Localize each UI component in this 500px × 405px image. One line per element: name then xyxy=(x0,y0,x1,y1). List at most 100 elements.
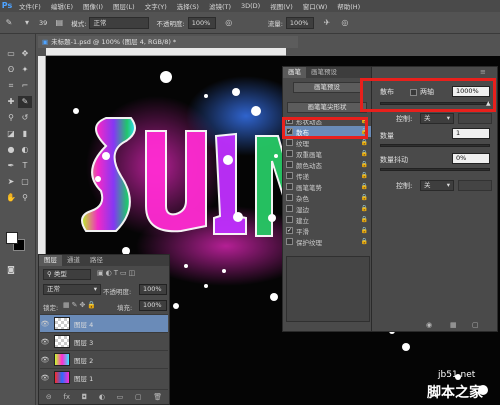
checkbox[interactable] xyxy=(286,238,293,245)
brush-setting-protect-texture[interactable]: 保护纹理 🔒 xyxy=(283,236,371,247)
gradient-icon[interactable]: ▮ xyxy=(18,128,32,140)
count-slider[interactable] xyxy=(380,144,490,147)
opacity-field[interactable]: 100% xyxy=(187,16,216,29)
lock-icon[interactable]: 🔒 xyxy=(361,238,368,245)
visibility-eye-icon[interactable]: 👁 xyxy=(40,374,50,382)
count-jitter-slider[interactable] xyxy=(380,168,490,171)
default-colors-icon[interactable] xyxy=(4,230,18,242)
shape-tool-icon[interactable]: ▢ xyxy=(18,176,32,188)
brush-setting-brush-pose[interactable]: 画笔笔势 🔒 xyxy=(283,181,371,192)
menu-layer[interactable]: 图层(L) xyxy=(108,1,140,11)
lock-icon[interactable]: 🔒 xyxy=(361,194,368,201)
tab-channels[interactable]: 通道 xyxy=(62,255,85,266)
brush-tool-icon[interactable]: ✎ xyxy=(18,96,32,108)
lock-icon[interactable]: 🔒 xyxy=(361,172,368,179)
pressure-opacity-icon[interactable]: ◎ xyxy=(223,17,235,29)
mask-icon[interactable]: ◘ xyxy=(82,393,88,401)
menu-select[interactable]: 选择(S) xyxy=(172,1,204,11)
menu-help[interactable]: 帮助(H) xyxy=(332,1,365,11)
new-layer-icon[interactable]: ▢ xyxy=(135,393,142,401)
lock-icon[interactable]: 🔒 xyxy=(361,183,368,190)
brush-presets-button[interactable]: 画笔预设 xyxy=(293,82,361,93)
history-brush-icon[interactable]: ↺ xyxy=(18,112,32,124)
brush-setting-color-dynamics[interactable]: 颜色动态 🔒 xyxy=(283,159,371,170)
hand-tool-icon[interactable]: ✋ xyxy=(4,192,18,204)
menu-window[interactable]: 窗口(W) xyxy=(298,1,333,11)
mode-dropdown[interactable]: 正常 xyxy=(89,16,150,29)
fx-icon[interactable]: fx xyxy=(63,393,70,401)
menu-edit[interactable]: 编辑(E) xyxy=(46,1,78,11)
quick-mask-icon[interactable]: ◙ xyxy=(4,264,18,276)
checkbox[interactable] xyxy=(286,161,293,168)
checkbox[interactable] xyxy=(286,139,293,146)
brush-panel-toggle-icon[interactable]: ▤ xyxy=(53,17,65,29)
lock-icon[interactable]: 🔒 xyxy=(361,150,368,157)
lock-icon[interactable]: 🔒 xyxy=(361,216,368,223)
pen-tool-icon[interactable]: ✒ xyxy=(4,160,18,172)
checkbox[interactable] xyxy=(286,183,293,190)
fill-field[interactable]: 100% xyxy=(139,300,167,311)
brush-setting-noise[interactable]: 杂色 🔒 xyxy=(283,192,371,203)
healing-brush-icon[interactable]: ✚ xyxy=(4,96,18,108)
eyedropper-icon[interactable]: ⌐ xyxy=(18,80,32,92)
layer-row-1[interactable]: 👁 图层 1 xyxy=(40,368,168,386)
menu-3d[interactable]: 3D(D) xyxy=(236,2,265,10)
blur-icon[interactable]: ● xyxy=(4,144,18,156)
brush-size-value[interactable]: 39 xyxy=(39,19,47,27)
brush-tip-shape-button[interactable]: 画笔笔尖形状 xyxy=(287,102,367,113)
count-value-field[interactable]: 1 xyxy=(452,128,490,139)
trash-icon[interactable]: 🗑 xyxy=(153,393,162,401)
brush-setting-smoothing[interactable]: ✓ 平滑 🔒 xyxy=(283,225,371,236)
layer-opacity-field[interactable]: 100% xyxy=(139,284,167,295)
folder-icon[interactable]: ▭ xyxy=(117,393,124,401)
lock-icon[interactable]: 🔒 xyxy=(361,227,368,234)
type-tool-icon[interactable]: T xyxy=(18,160,32,172)
dodge-icon[interactable]: ◐ xyxy=(18,144,32,156)
chevron-down-icon[interactable]: ▾ xyxy=(21,17,33,29)
path-select-icon[interactable]: ➤ xyxy=(4,176,18,188)
airbrush-icon[interactable]: ✈ xyxy=(321,17,333,29)
visibility-eye-icon[interactable]: 👁 xyxy=(40,338,50,346)
link-icon[interactable]: ⊝ xyxy=(46,393,52,401)
checkbox[interactable] xyxy=(286,205,293,212)
tab-paths[interactable]: 路径 xyxy=(85,255,108,266)
document-tab[interactable]: ▣ 未标题-1.psd @ 100% (图层 4, RGB/8) * xyxy=(38,36,298,48)
clone-stamp-icon[interactable]: ⚲ xyxy=(4,112,18,124)
layer-row-4[interactable]: 👁 图层 4 xyxy=(40,314,168,332)
checkbox[interactable]: ✓ xyxy=(286,227,293,234)
checkbox[interactable] xyxy=(286,172,293,179)
brush-setting-build-up[interactable]: 建立 🔒 xyxy=(283,214,371,225)
layer-filter-icons[interactable]: ▣◐T▭◫ xyxy=(97,269,137,277)
visibility-eye-icon[interactable]: 👁 xyxy=(40,356,50,364)
flow-field[interactable]: 100% xyxy=(285,16,314,29)
layer-filter-dropdown[interactable]: ⚲ 类型 xyxy=(43,269,91,280)
grid-icon[interactable]: ▦ xyxy=(450,321,457,329)
menu-image[interactable]: 图像(I) xyxy=(78,1,108,11)
tab-layers[interactable]: 图层 xyxy=(39,255,62,266)
menu-filter[interactable]: 滤镜(T) xyxy=(204,1,236,11)
menu-type[interactable]: 文字(Y) xyxy=(140,1,172,11)
panel-menu-icon[interactable]: ≡ xyxy=(480,68,486,76)
adjustment-icon[interactable]: ◐ xyxy=(99,393,105,401)
control2-dropdown[interactable]: 关 ▾ xyxy=(420,180,454,191)
brush-setting-dual-brush[interactable]: 双重画笔 🔒 xyxy=(283,148,371,159)
layer-row-3[interactable]: 👁 图层 3 xyxy=(40,332,168,350)
lock-icons[interactable]: ▦✎✥🔒 xyxy=(63,301,98,309)
magic-wand-icon[interactable]: ✦ xyxy=(18,64,32,76)
layer-row-2[interactable]: 👁 图层 2 xyxy=(40,350,168,368)
blend-mode-dropdown[interactable]: 正常 ▾ xyxy=(43,284,101,295)
eraser-icon[interactable]: ◪ xyxy=(4,128,18,140)
brush-setting-wet-edges[interactable]: 湿边 🔒 xyxy=(283,203,371,214)
marquee-tool-icon[interactable]: ▭ xyxy=(4,48,18,60)
control-dropdown[interactable]: 关 ▾ xyxy=(420,113,454,124)
checkbox[interactable] xyxy=(286,194,293,201)
tab-brush-presets[interactable]: 画笔预设 xyxy=(306,67,342,78)
brush-setting-transfer[interactable]: 传递 🔒 xyxy=(283,170,371,181)
lasso-tool-icon[interactable]: ʘ xyxy=(4,64,18,76)
brush-tool-icon[interactable]: ✎ xyxy=(3,17,15,29)
menu-view[interactable]: 视图(V) xyxy=(265,1,298,11)
visibility-eye-icon[interactable]: 👁 xyxy=(40,320,50,328)
new-preset-icon[interactable]: ▢ xyxy=(472,321,479,329)
toggle-preview-icon[interactable]: ◉ xyxy=(426,321,432,329)
pressure-size-icon[interactable]: ◎ xyxy=(339,17,351,29)
